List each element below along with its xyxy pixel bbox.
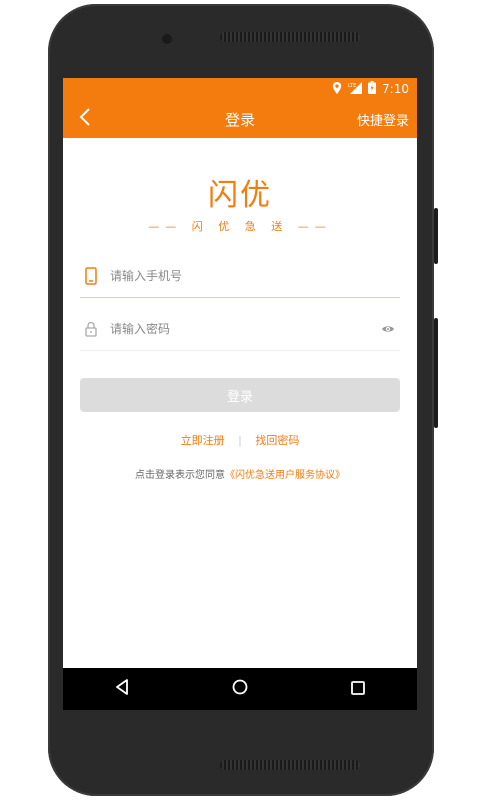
phone-input[interactable] <box>108 268 400 284</box>
nav-home-button[interactable] <box>220 674 260 704</box>
register-link[interactable]: 立即注册 <box>181 434 225 447</box>
nav-recents-button[interactable] <box>338 674 378 704</box>
eye-icon[interactable] <box>376 324 400 334</box>
phone-field-underline <box>80 297 400 298</box>
screen: LTE 7:10 登录 快捷登录 闪优 —— 闪 优 急 送 —— 请输入手机号… <box>63 78 417 710</box>
circle-home-icon <box>232 679 248 699</box>
bottom-speaker <box>220 760 360 770</box>
location-icon <box>332 81 342 97</box>
system-nav-bar <box>63 668 417 710</box>
login-button[interactable]: 登录 <box>80 378 400 412</box>
brand-logo: 闪优 <box>208 178 272 213</box>
power-button <box>434 318 438 428</box>
account-links: 立即注册 | 找回密码 <box>63 432 417 448</box>
svg-text:LTE: LTE <box>348 83 356 89</box>
battery-icon <box>368 81 377 97</box>
slogan-dash-right: —— <box>297 220 332 233</box>
brand-slogan: —— 闪 优 急 送 —— <box>63 218 417 234</box>
slogan-dash-left: —— <box>148 220 183 233</box>
forgot-password-link[interactable]: 找回密码 <box>255 434 299 447</box>
agreement-prefix: 点击登录表示您同意 <box>135 470 225 481</box>
slogan-text: 闪 优 急 送 <box>191 220 289 233</box>
phone-icon <box>80 267 102 285</box>
quick-login-link[interactable]: 快捷登录 <box>357 110 409 129</box>
phone-field <box>80 258 400 294</box>
front-camera <box>162 34 172 44</box>
app-bar: 登录 快捷登录 <box>63 100 417 138</box>
status-time: 7:10 <box>382 82 409 96</box>
square-recents-icon <box>351 680 365 699</box>
agreement-link[interactable]: 《闪优急送用户服务协议》 <box>225 470 345 481</box>
status-bar: LTE 7:10 <box>63 78 417 100</box>
triangle-back-icon <box>115 679 129 699</box>
link-separator: | <box>238 434 242 447</box>
lte-signal-icon: LTE <box>348 81 363 97</box>
lock-icon <box>80 321 102 337</box>
top-speaker <box>220 32 360 42</box>
volume-button <box>434 208 438 264</box>
password-input[interactable] <box>108 321 376 337</box>
password-field-underline <box>80 350 400 351</box>
agreement-text: 点击登录表示您同意《闪优急送用户服务协议》 <box>63 466 417 481</box>
nav-back-button[interactable] <box>102 674 142 704</box>
password-field <box>80 311 400 347</box>
